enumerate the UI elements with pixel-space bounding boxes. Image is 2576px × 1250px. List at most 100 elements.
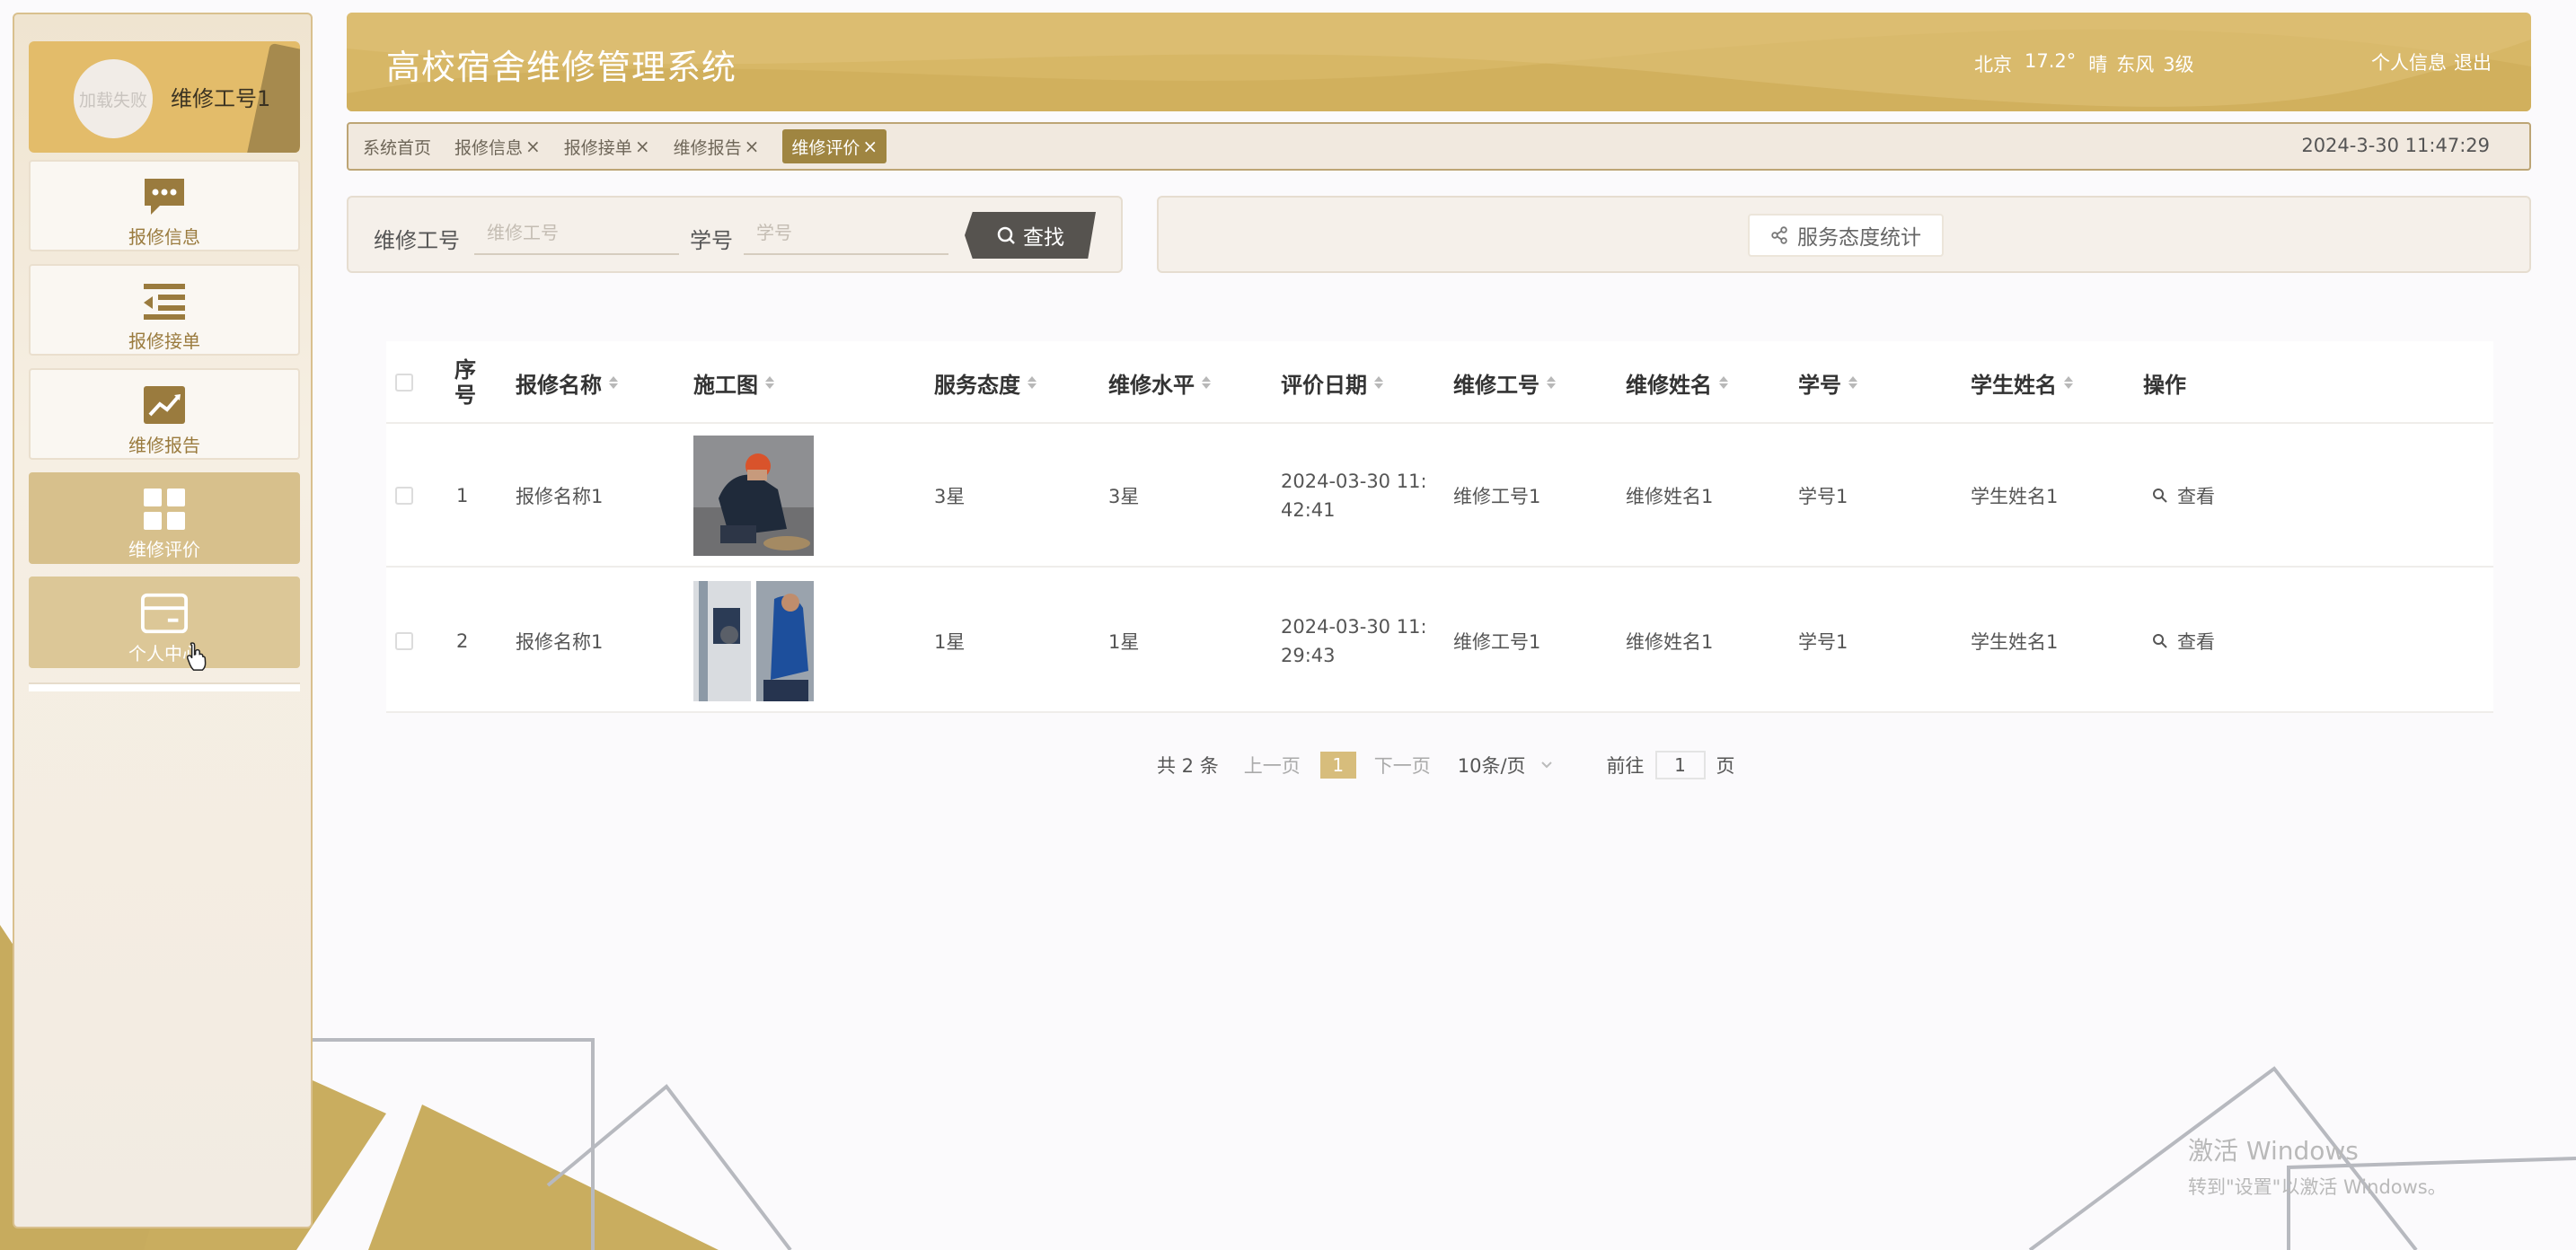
column-header-label: 评价日期 bbox=[1281, 372, 1367, 398]
sort-icon[interactable] bbox=[1719, 376, 1728, 389]
cell-student-name: 学生姓名1 bbox=[1971, 486, 2059, 507]
goto-page-input[interactable]: 1 bbox=[1654, 751, 1706, 779]
close-icon[interactable]: × bbox=[745, 136, 760, 157]
watermark-title: 激活 Windows bbox=[2188, 1136, 2359, 1166]
tab-repair-review[interactable]: 维修评价 × bbox=[782, 129, 887, 163]
cell-attitude: 1星 bbox=[934, 631, 966, 653]
search-button[interactable]: 查找 bbox=[965, 212, 1096, 259]
table-row: 1 报修名称1 3星 3星 2024-03-30 11: 42:41 维修工号1 bbox=[386, 424, 2493, 568]
select-all-cell bbox=[395, 341, 413, 424]
chevron-down-icon bbox=[1540, 761, 1552, 769]
sort-icon[interactable] bbox=[2064, 376, 2073, 389]
table-row: 2 报修名称1 1星 1星 2024-03-30 11: 29:43 维修工号1… bbox=[386, 569, 2493, 713]
tab-repair-accept[interactable]: 报修接单 × bbox=[564, 129, 650, 163]
cell-student-id: 学号1 bbox=[1798, 486, 1848, 507]
column-header-student-name[interactable]: 学生姓名 bbox=[1971, 341, 2073, 424]
worker-id-input[interactable] bbox=[474, 212, 679, 255]
close-icon[interactable]: × bbox=[862, 136, 878, 157]
page-size-select[interactable]: 10条/页 bbox=[1458, 752, 1553, 779]
time-line: 29:43 bbox=[1281, 645, 1336, 666]
construction-photo[interactable] bbox=[693, 436, 814, 556]
message-dots-icon bbox=[140, 174, 189, 219]
student-id-label: 学号 bbox=[690, 228, 733, 253]
time-line: 42:41 bbox=[1281, 499, 1336, 521]
total-count: 共 2 条 bbox=[1157, 755, 1219, 777]
view-button[interactable]: 查看 bbox=[2152, 482, 2215, 509]
column-header-label: 序号 bbox=[454, 357, 476, 408]
sort-icon[interactable] bbox=[1848, 376, 1857, 389]
sidebar-item-label: 维修报告 bbox=[128, 435, 200, 456]
prev-page-button[interactable]: 上一页 bbox=[1244, 752, 1301, 779]
cell-action: 查看 bbox=[2152, 424, 2215, 568]
cell-date: 2024-03-30 11: 29:43 bbox=[1281, 569, 1427, 713]
tab-repair-report[interactable]: 维修报告 × bbox=[674, 129, 760, 163]
next-page-button[interactable]: 下一页 bbox=[1374, 752, 1431, 779]
column-header-index: 序号 bbox=[454, 341, 490, 424]
user-card: 加载失败 维修工号1 bbox=[29, 41, 300, 153]
sort-icon[interactable] bbox=[609, 376, 618, 389]
cell-level: 3星 bbox=[1108, 486, 1140, 507]
attitude-stats-button[interactable]: 服务态度统计 bbox=[1748, 214, 1944, 257]
cell-index: 2 bbox=[456, 630, 469, 652]
sort-icon[interactable] bbox=[1028, 376, 1037, 389]
select-all-checkbox[interactable] bbox=[395, 374, 413, 392]
page-number-current[interactable]: 1 bbox=[1319, 752, 1356, 779]
avatar[interactable]: 加载失败 bbox=[74, 59, 153, 138]
header-links: 个人信息 退出 bbox=[2371, 48, 2492, 75]
sort-icon[interactable] bbox=[765, 376, 774, 389]
sidebar-item-repair-accept[interactable]: 报修接单 bbox=[29, 264, 300, 356]
column-header-photo[interactable]: 施工图 bbox=[693, 341, 774, 424]
weather-city: 北京 bbox=[1974, 54, 2012, 75]
column-header-label: 操作 bbox=[2143, 372, 2186, 398]
column-header-name[interactable]: 报修名称 bbox=[516, 341, 618, 424]
date-line: 2024-03-30 11: bbox=[1281, 616, 1427, 638]
cell-name: 报修名称1 bbox=[516, 486, 604, 507]
cell-action: 查看 bbox=[2152, 569, 2215, 713]
tab-label: 报修接单 bbox=[563, 137, 632, 158]
cell-worker-id: 维修工号1 bbox=[1453, 486, 1541, 507]
column-header-date[interactable]: 评价日期 bbox=[1281, 341, 1383, 424]
tab-label: 维修评价 bbox=[791, 137, 860, 158]
table-header: 序号 报修名称 施工图 服务态度 维修水平 评价日期 维修工号 维修姓名 学号 … bbox=[386, 341, 2493, 424]
logout-link[interactable]: 退出 bbox=[2454, 48, 2492, 75]
row-checkbox[interactable] bbox=[395, 632, 413, 650]
row-checkbox[interactable] bbox=[395, 487, 413, 505]
sidebar-item-personal-center[interactable]: 个人中心 bbox=[29, 577, 300, 668]
student-id-input[interactable] bbox=[744, 212, 948, 255]
sort-icon[interactable] bbox=[1374, 376, 1383, 389]
sort-icon[interactable] bbox=[1202, 376, 1211, 389]
weather-level: 3级 bbox=[2163, 54, 2194, 75]
sidebar-menu-remainder bbox=[29, 682, 300, 691]
sidebar-item-repair-review[interactable]: 维修评价 bbox=[29, 472, 300, 564]
cell-photo bbox=[693, 569, 814, 713]
column-header-student-id[interactable]: 学号 bbox=[1798, 341, 1857, 424]
pagination: 共 2 条 上一页 1 下一页 10条/页 前往 1 页 bbox=[1157, 747, 1735, 783]
tab-label: 维修报告 bbox=[673, 137, 742, 158]
share-icon bbox=[1771, 226, 1787, 244]
column-header-worker-name[interactable]: 维修姓名 bbox=[1626, 341, 1728, 424]
construction-photo[interactable] bbox=[693, 581, 814, 701]
sidebar-item-repair-report[interactable]: 维修报告 bbox=[29, 368, 300, 460]
column-header-label: 维修水平 bbox=[1108, 372, 1195, 398]
column-header-level[interactable]: 维修水平 bbox=[1108, 341, 1211, 424]
sidebar-item-repair-info[interactable]: 报修信息 bbox=[29, 160, 300, 251]
column-header-label: 维修工号 bbox=[1453, 372, 1539, 398]
column-header-attitude[interactable]: 服务态度 bbox=[934, 341, 1037, 424]
column-header-worker-id[interactable]: 维修工号 bbox=[1453, 341, 1556, 424]
stats-panel: 服务态度统计 bbox=[1157, 196, 2531, 273]
profile-link[interactable]: 个人信息 bbox=[2371, 48, 2447, 75]
sidebar-item-label: 报修接单 bbox=[128, 330, 200, 352]
sort-icon[interactable] bbox=[1547, 376, 1556, 389]
column-header-label: 维修姓名 bbox=[1626, 372, 1712, 398]
view-label: 查看 bbox=[2177, 486, 2215, 507]
hand-cursor-icon bbox=[186, 642, 207, 671]
close-icon[interactable]: × bbox=[525, 136, 541, 157]
page-title: 高校宿舍维修管理系统 bbox=[386, 48, 737, 87]
column-header-label: 报修名称 bbox=[516, 372, 602, 398]
column-header-label: 服务态度 bbox=[934, 372, 1020, 398]
sidebar-item-label: 维修评价 bbox=[128, 539, 200, 560]
tab-repair-info[interactable]: 报修信息 × bbox=[454, 129, 541, 163]
close-icon[interactable]: × bbox=[635, 136, 650, 157]
tab-home[interactable]: 系统首页 bbox=[363, 129, 431, 163]
view-button[interactable]: 查看 bbox=[2152, 628, 2215, 655]
